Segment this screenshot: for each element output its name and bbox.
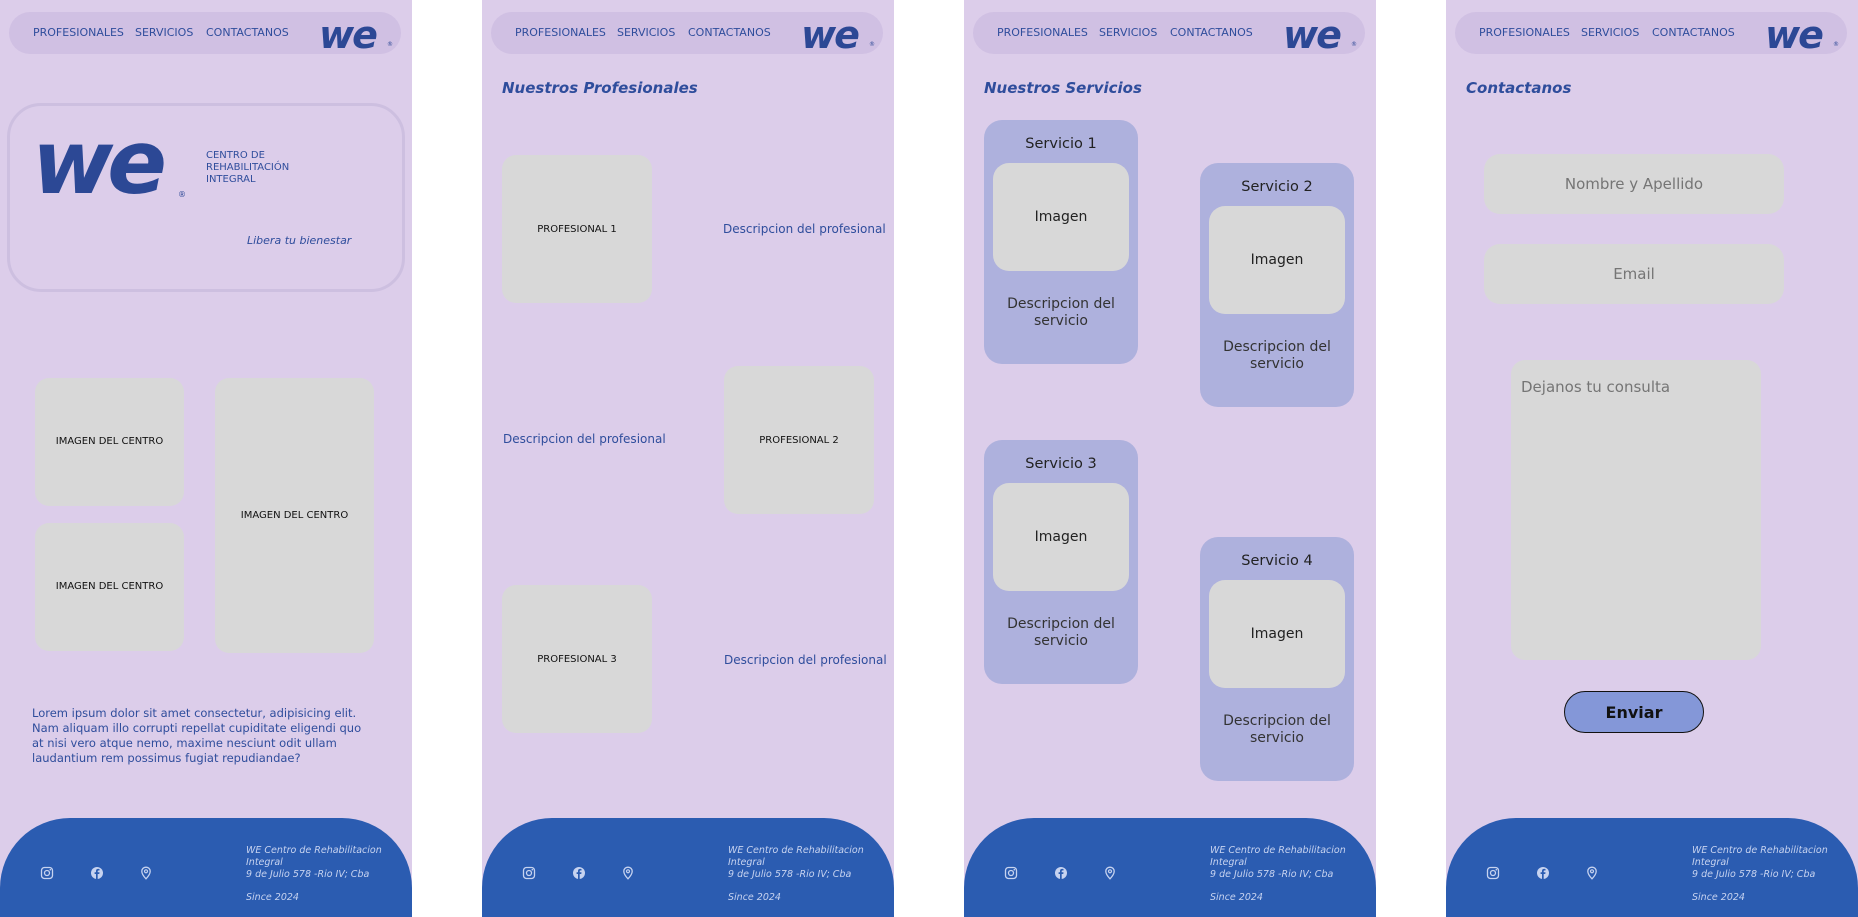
service-image-placeholder: Imagen	[1209, 580, 1345, 688]
footer: WE Centro de Rehabilitacion Integral 9 de…	[964, 818, 1376, 917]
service-card[interactable]: Servicio 4 Imagen Descripcion del servic…	[1200, 537, 1354, 781]
facebook-icon[interactable]	[1536, 866, 1550, 880]
service-card[interactable]: Servicio 1 Imagen Descripcion del servic…	[984, 120, 1138, 364]
footer-address: 9 de Julio 578 -Rio IV; Cba	[1210, 869, 1334, 880]
professional-card[interactable]: PROFESIONAL 1	[502, 155, 652, 303]
instagram-icon[interactable]	[1486, 866, 1500, 880]
nav-link-professionals[interactable]: PROFESIONALES	[515, 26, 606, 39]
hero-banner: we ® CENTRO DE REHABILITACIÓN INTEGRAL L…	[7, 103, 405, 292]
name-field[interactable]	[1484, 154, 1784, 214]
footer-company: WE Centro de Rehabilitacion Integral 9 de…	[246, 845, 382, 880]
service-description: Descripcion del servicio	[1223, 339, 1331, 372]
footer-address: 9 de Julio 578 -Rio IV; Cba	[246, 869, 370, 880]
service-image-placeholder: Imagen	[1209, 206, 1345, 314]
hero-logo: we	[32, 111, 167, 214]
nav-link-contact[interactable]: CONTACTANOS	[1170, 26, 1253, 39]
message-field[interactable]	[1511, 360, 1761, 660]
footer-since: Since 2024	[1692, 892, 1745, 903]
professionals-screen: PROFESIONALES SERVICIOS CONTACTANOS we ®…	[482, 0, 894, 917]
hero-tagline: CENTRO DE REHABILITACIÓN INTEGRAL	[206, 150, 290, 185]
nav-logo[interactable]: we	[1283, 13, 1342, 57]
hero-slogan: Libera tu bienestar	[247, 234, 352, 247]
registered-mark: ®	[387, 41, 393, 48]
email-field[interactable]	[1484, 244, 1784, 304]
location-pin-icon[interactable]	[1103, 866, 1117, 880]
center-image-placeholder: IMAGEN DEL CENTRO	[35, 523, 184, 651]
facebook-icon[interactable]	[90, 866, 104, 880]
footer-since: Since 2024	[728, 892, 781, 903]
location-pin-icon[interactable]	[1585, 866, 1599, 880]
nav-link-contact[interactable]: CONTACTANOS	[206, 26, 289, 39]
professional-description: Descripcion del profesional	[724, 653, 887, 667]
contact-screen: PROFESIONALES SERVICIOS CONTACTANOS we ®…	[1446, 0, 1858, 917]
instagram-icon[interactable]	[1004, 866, 1018, 880]
footer-company: WE Centro de Rehabilitacion Integral 9 de…	[1692, 845, 1828, 880]
nav-link-services[interactable]: SERVICIOS	[617, 26, 675, 39]
registered-mark: ®	[869, 41, 875, 48]
page-title: Nuestros Profesionales	[502, 79, 698, 97]
service-description: Descripcion del servicio	[1007, 296, 1115, 329]
service-title: Servicio 1	[1025, 136, 1097, 152]
nav-bar: PROFESIONALES SERVICIOS CONTACTANOS we ®	[9, 12, 401, 57]
service-description: Descripcion del servicio	[1007, 616, 1115, 649]
service-title: Servicio 2	[1241, 179, 1313, 195]
nav-link-contact[interactable]: CONTACTANOS	[1652, 26, 1735, 39]
page-title: Contactanos	[1466, 79, 1572, 97]
location-pin-icon[interactable]	[621, 866, 635, 880]
home-screen: PROFESIONALES SERVICIOS CONTACTANOS we ®…	[0, 0, 412, 917]
center-image-placeholder: IMAGEN DEL CENTRO	[215, 378, 374, 653]
nav-bar: PROFESIONALES SERVICIOS CONTACTANOS we ®	[1455, 12, 1847, 57]
send-button[interactable]: Enviar	[1564, 691, 1704, 733]
nav-link-professionals[interactable]: PROFESIONALES	[33, 26, 124, 39]
instagram-icon[interactable]	[522, 866, 536, 880]
service-description: Descripcion del servicio	[1223, 713, 1331, 746]
nav-link-services[interactable]: SERVICIOS	[135, 26, 193, 39]
service-title: Servicio 4	[1241, 553, 1313, 569]
location-pin-icon[interactable]	[139, 866, 153, 880]
footer-since: Since 2024	[1210, 892, 1263, 903]
footer-company: WE Centro de Rehabilitacion Integral 9 de…	[728, 845, 864, 880]
service-card[interactable]: Servicio 3 Imagen Descripcion del servic…	[984, 440, 1138, 684]
registered-mark: ®	[1833, 41, 1839, 48]
professional-description: Descripcion del profesional	[723, 222, 886, 236]
nav-link-professionals[interactable]: PROFESIONALES	[997, 26, 1088, 39]
nav-link-contact[interactable]: CONTACTANOS	[688, 26, 771, 39]
footer: WE Centro de Rehabilitacion Integral 9 de…	[0, 818, 412, 917]
professional-description: Descripcion del profesional	[503, 432, 666, 446]
nav-link-professionals[interactable]: PROFESIONALES	[1479, 26, 1570, 39]
nav-logo[interactable]: we	[801, 13, 860, 57]
registered-mark: ®	[178, 190, 186, 199]
nav-bar: PROFESIONALES SERVICIOS CONTACTANOS we ®	[491, 12, 883, 57]
facebook-icon[interactable]	[572, 866, 586, 880]
service-image-placeholder: Imagen	[993, 483, 1129, 591]
footer-since: Since 2024	[246, 892, 299, 903]
facebook-icon[interactable]	[1054, 866, 1068, 880]
center-image-placeholder: IMAGEN DEL CENTRO	[35, 378, 184, 506]
footer: WE Centro de Rehabilitacion Integral 9 de…	[1446, 818, 1858, 917]
registered-mark: ®	[1351, 41, 1357, 48]
footer: WE Centro de Rehabilitacion Integral 9 de…	[482, 818, 894, 917]
nav-logo[interactable]: we	[1765, 13, 1824, 57]
instagram-icon[interactable]	[40, 866, 54, 880]
footer-company: WE Centro de Rehabilitacion Integral 9 de…	[1210, 845, 1346, 880]
service-card[interactable]: Servicio 2 Imagen Descripcion del servic…	[1200, 163, 1354, 407]
service-image-placeholder: Imagen	[993, 163, 1129, 271]
service-title: Servicio 3	[1025, 456, 1097, 472]
nav-link-services[interactable]: SERVICIOS	[1581, 26, 1639, 39]
nav-bar: PROFESIONALES SERVICIOS CONTACTANOS we ®	[973, 12, 1365, 57]
nav-link-services[interactable]: SERVICIOS	[1099, 26, 1157, 39]
nav-logo[interactable]: we	[319, 13, 378, 57]
intro-paragraph: Lorem ipsum dolor sit amet consectetur, …	[32, 706, 362, 765]
page-title: Nuestros Servicios	[984, 79, 1142, 97]
footer-address: 9 de Julio 578 -Rio IV; Cba	[728, 869, 852, 880]
footer-address: 9 de Julio 578 -Rio IV; Cba	[1692, 869, 1816, 880]
professional-card[interactable]: PROFESIONAL 2	[724, 366, 874, 514]
professional-card[interactable]: PROFESIONAL 3	[502, 585, 652, 733]
services-screen: PROFESIONALES SERVICIOS CONTACTANOS we ®…	[964, 0, 1376, 917]
